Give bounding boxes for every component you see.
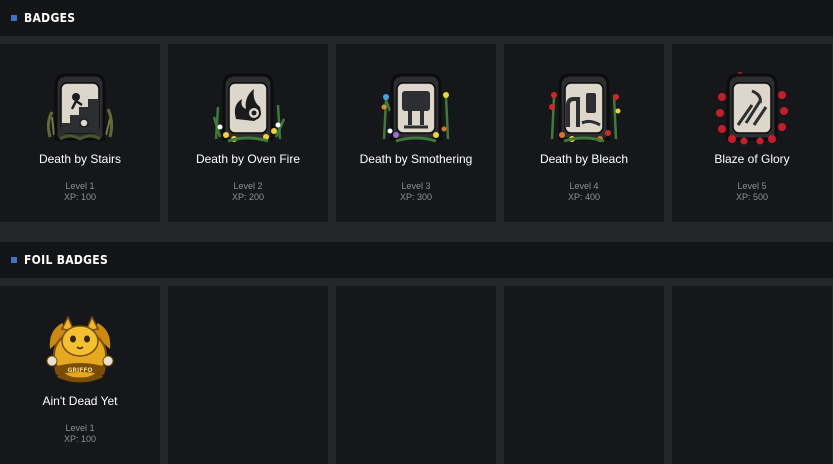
foil-badges-grid: GRIFFO Ain't Dead Yet Level 1 XP: 100 xyxy=(0,286,833,464)
foil-badge-card[interactable]: GRIFFO Ain't Dead Yet Level 1 XP: 100 xyxy=(0,286,160,464)
foil-badges-section-header: FOIL BADGES xyxy=(0,242,833,278)
empty-badge-slot xyxy=(504,286,664,464)
badge-card[interactable]: Death by Smothering Level 3 XP: 300 xyxy=(336,44,496,222)
badge-name: Death by Smothering xyxy=(359,152,473,166)
badge-xp: XP: 100 xyxy=(63,434,97,444)
bleach-tombstone-badge-icon xyxy=(549,73,621,143)
badge-level: Level 3 xyxy=(401,181,431,191)
badges-grid: Death by Stairs Level 1 XP: 100 Death by… xyxy=(0,44,833,222)
badge-card[interactable]: Death by Stairs Level 1 XP: 100 xyxy=(0,44,160,222)
badge-level: Level 2 xyxy=(233,181,263,191)
badge-xp: XP: 300 xyxy=(399,192,433,202)
badges-section-title: BADGES xyxy=(24,11,76,25)
svg-text:GRIFFO: GRIFFO xyxy=(67,367,92,374)
badge-level: Level 1 xyxy=(65,423,95,433)
fire-tombstone-badge-icon xyxy=(212,73,286,143)
badge-level: Level 1 xyxy=(65,181,95,191)
glory-tombstone-badge-icon xyxy=(716,72,788,145)
badge-card[interactable]: Death by Oven Fire Level 2 XP: 200 xyxy=(168,44,328,222)
section-marker xyxy=(11,15,17,21)
badge-xp: XP: 500 xyxy=(735,192,769,202)
badge-name: Death by Bleach xyxy=(539,152,629,166)
pillow-tombstone-badge-icon xyxy=(381,73,450,143)
badge-level: Level 5 xyxy=(737,181,767,191)
badge-card[interactable]: Blaze of Glory Level 5 XP: 500 xyxy=(672,44,832,222)
badge-level: Level 4 xyxy=(569,181,599,191)
empty-badge-slot xyxy=(672,286,832,464)
badge-xp: XP: 400 xyxy=(567,192,601,202)
stairs-tombstone-badge-icon xyxy=(46,73,114,141)
badge-name: Death by Oven Fire xyxy=(195,152,301,166)
empty-badge-slot xyxy=(168,286,328,464)
badge-xp: XP: 200 xyxy=(231,192,265,202)
badge-card[interactable]: Death by Bleach Level 4 XP: 400 xyxy=(504,44,664,222)
badge-name: Ain't Dead Yet xyxy=(42,394,118,408)
badges-section-header: BADGES xyxy=(0,0,833,36)
section-marker xyxy=(11,257,17,263)
badge-name: Blaze of Glory xyxy=(714,152,790,166)
badge-name: Death by Stairs xyxy=(38,152,122,166)
foil-badges-section-title: FOIL BADGES xyxy=(24,253,109,267)
badge-xp: XP: 100 xyxy=(63,192,97,202)
empty-badge-slot xyxy=(336,286,496,464)
gold-cat-foil-badge-icon: GRIFFO xyxy=(46,315,114,383)
